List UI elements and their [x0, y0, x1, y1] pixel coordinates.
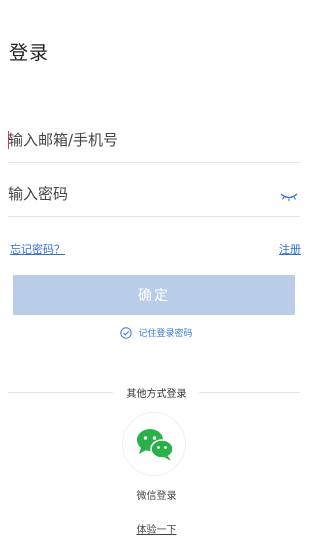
password-input[interactable]: [8, 180, 258, 208]
trial-link[interactable]: 体验一下: [0, 521, 313, 536]
remember-password-toggle[interactable]: 记住登录密码: [0, 326, 313, 339]
divider-right: [199, 392, 300, 393]
confirm-button[interactable]: 确定: [13, 275, 295, 315]
wechat-login-label: 微信登录: [136, 491, 177, 502]
eye-closed-icon[interactable]: [280, 188, 298, 201]
account-input[interactable]: [8, 126, 258, 154]
login-page: 登录 忘记密码？ 注册 确定 记住登录密码 其他方式登录: [0, 0, 313, 547]
check-circle-icon: [120, 326, 133, 339]
wechat-login-button[interactable]: [122, 412, 186, 476]
account-field: [8, 118, 300, 163]
password-field: [8, 172, 300, 217]
forgot-password-link[interactable]: 忘记密码？: [10, 241, 65, 257]
remember-password-label: 记住登录密码: [138, 329, 193, 339]
page-title: 登录: [9, 42, 50, 64]
register-link[interactable]: 注册: [279, 241, 301, 257]
